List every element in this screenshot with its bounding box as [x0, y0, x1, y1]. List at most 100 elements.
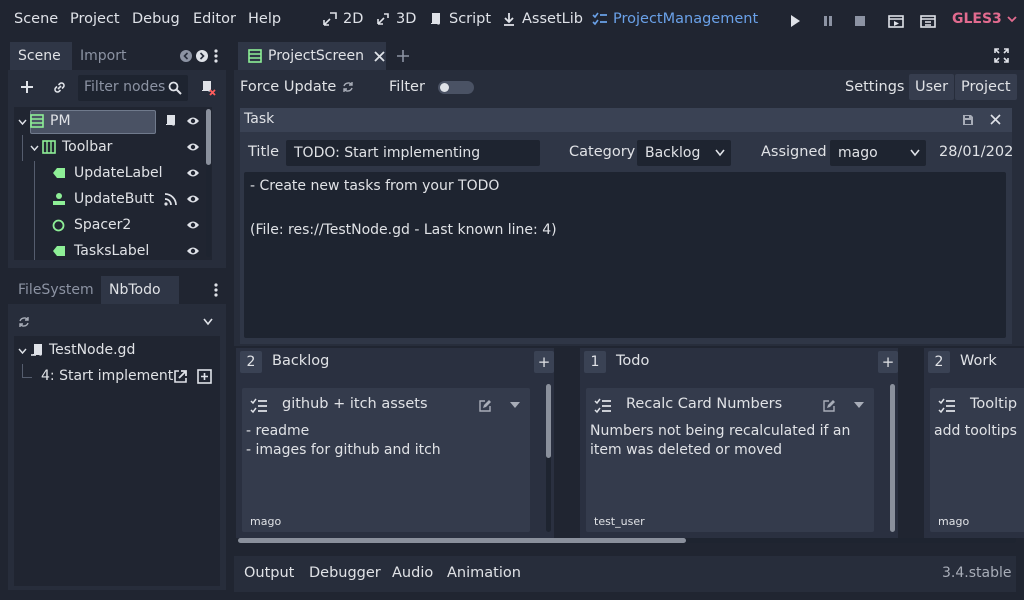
- workspace-3d-label: 3D: [396, 11, 417, 27]
- save-icon[interactable]: [962, 114, 974, 126]
- visibility-eye-icon[interactable]: [186, 245, 200, 257]
- add-node-icon[interactable]: [20, 80, 34, 94]
- category-select[interactable]: Backlog: [637, 140, 731, 166]
- task-header: Task: [240, 108, 1012, 132]
- tab-projectscreen[interactable]: ProjectScreen: [238, 42, 386, 70]
- column-scrollbar[interactable]: [890, 384, 895, 532]
- script-remove-icon[interactable]: [200, 80, 216, 96]
- add-card-button[interactable]: +: [534, 351, 554, 373]
- scrollbar-thumb[interactable]: [238, 538, 686, 543]
- editor-tabs: ProjectScreen: [234, 42, 1024, 70]
- filter-toggle[interactable]: [438, 81, 474, 94]
- add-card-button[interactable]: +: [878, 351, 898, 373]
- tab-projectscreen-label: ProjectScreen: [268, 48, 365, 64]
- column-scrollbar[interactable]: [546, 384, 551, 532]
- board-horizontal-scrollbar[interactable]: [238, 538, 1016, 543]
- tab-output[interactable]: Output: [244, 565, 294, 581]
- force-update-button[interactable]: Force Update: [234, 74, 342, 100]
- link-icon[interactable]: [52, 80, 67, 95]
- visibility-eye-icon[interactable]: [186, 219, 200, 231]
- chevron-down-icon[interactable]: [854, 402, 864, 409]
- column-header: 2 Work: [924, 348, 1024, 376]
- task-card[interactable]: Tooltip add tooltips mago: [930, 388, 1024, 532]
- task-card[interactable]: github + itch assets - readme - images f…: [242, 388, 530, 532]
- play-custom-scene-icon[interactable]: [920, 13, 936, 29]
- workspace-script-button[interactable]: Script: [428, 11, 491, 27]
- todo-file-row[interactable]: TestNode.gd: [14, 338, 220, 364]
- chevron-down-icon[interactable]: [203, 318, 213, 326]
- filter-nodes-input[interactable]: Filter nodes: [78, 75, 188, 101]
- tab-filesystem[interactable]: FileSystem: [10, 276, 102, 304]
- scene-tree-scrollbar[interactable]: [206, 109, 211, 257]
- close-icon[interactable]: [374, 50, 385, 62]
- button-node-icon: [52, 192, 66, 206]
- edit-icon[interactable]: [823, 400, 835, 412]
- task-card[interactable]: Recalc Card Numbers Numbers not being re…: [586, 388, 874, 532]
- tab-audio[interactable]: Audio: [392, 565, 433, 581]
- scrollbar-thumb[interactable]: [206, 109, 211, 165]
- refresh-icon[interactable]: [342, 81, 354, 93]
- close-icon[interactable]: [990, 114, 1001, 125]
- external-link-icon[interactable]: [173, 369, 188, 384]
- board: 2 Backlog + github + itch assets - readm…: [234, 346, 1024, 550]
- play-icon[interactable]: [788, 14, 802, 28]
- chevron-right-icon[interactable]: [196, 50, 208, 62]
- card-title: Tooltip: [970, 396, 1018, 412]
- version-label: 3.4.stable: [942, 565, 1012, 581]
- script-icon[interactable]: [164, 114, 178, 128]
- menu-project[interactable]: Project: [70, 11, 120, 27]
- assigned-label: Assigned: [761, 144, 827, 160]
- workspace-projectmanagement-button[interactable]: ProjectManagement: [592, 11, 758, 27]
- todo-item-label: 4: Start implement: [41, 368, 174, 384]
- kebab-menu-icon[interactable]: [214, 283, 218, 297]
- tree-node-updatebutton[interactable]: UpdateButt: [14, 187, 212, 213]
- project-button[interactable]: Project: [955, 74, 1017, 100]
- refresh-icon[interactable]: [18, 316, 30, 328]
- scrollbar-thumb[interactable]: [890, 384, 895, 532]
- menu-scene[interactable]: Scene: [14, 11, 58, 27]
- tab-animation[interactable]: Animation: [447, 565, 521, 581]
- title-input[interactable]: TODO: Start implementing: [286, 140, 540, 166]
- new-tab-icon[interactable]: [396, 49, 410, 63]
- visibility-eye-icon[interactable]: [186, 141, 200, 153]
- user-button[interactable]: User: [909, 74, 955, 100]
- workspace-2d-button[interactable]: 2D: [322, 11, 363, 27]
- menu-help[interactable]: Help: [248, 11, 281, 27]
- settings-button[interactable]: Settings: [839, 74, 910, 100]
- fullscreen-icon[interactable]: [994, 48, 1009, 63]
- tree-node-spacer2[interactable]: Spacer2: [14, 213, 212, 239]
- pause-icon[interactable]: [821, 14, 835, 28]
- tree-node-label: UpdateButt: [74, 191, 155, 207]
- tree-node-taskslabel[interactable]: TasksLabel: [14, 239, 212, 260]
- move-icon: [322, 11, 338, 27]
- stop-icon[interactable]: [853, 14, 867, 28]
- signal-icon[interactable]: [164, 193, 177, 206]
- tab-import[interactable]: Import: [72, 42, 144, 70]
- assigned-select[interactable]: mago: [830, 140, 926, 166]
- tab-nbtodo[interactable]: NbTodo: [101, 276, 179, 304]
- play-scene-icon[interactable]: [888, 13, 904, 29]
- edit-icon[interactable]: [479, 400, 491, 412]
- todo-item-row[interactable]: 4: Start implement: [14, 364, 220, 390]
- tree-node-updatelabel[interactable]: UpdateLabel: [14, 161, 212, 187]
- chevron-left-icon[interactable]: [180, 50, 192, 62]
- chevron-down-icon[interactable]: [510, 402, 520, 409]
- chevron-down-icon: [1006, 13, 1018, 25]
- menu-debug[interactable]: Debug: [132, 11, 180, 27]
- tree-node-toolbar[interactable]: Toolbar: [14, 135, 212, 161]
- assigned-select-value: mago: [838, 145, 878, 161]
- workspace-3d-button[interactable]: 3D: [375, 11, 416, 27]
- visibility-eye-icon[interactable]: [186, 115, 200, 127]
- workspace-assetlib-button[interactable]: AssetLib: [501, 11, 583, 27]
- kebab-menu-icon[interactable]: [214, 49, 218, 63]
- add-task-icon[interactable]: [197, 369, 212, 384]
- tree-node-pm[interactable]: PM: [14, 109, 212, 135]
- menu-editor[interactable]: Editor: [193, 11, 236, 27]
- visibility-eye-icon[interactable]: [186, 167, 200, 179]
- tab-debugger[interactable]: Debugger: [309, 565, 381, 581]
- renderer-selector[interactable]: GLES3: [952, 11, 1018, 27]
- scrollbar-thumb[interactable]: [546, 384, 551, 458]
- description-textarea[interactable]: - Create new tasks from your TODO (File:…: [244, 172, 1006, 338]
- visibility-eye-icon[interactable]: [186, 193, 200, 205]
- tab-scene[interactable]: Scene: [10, 42, 72, 70]
